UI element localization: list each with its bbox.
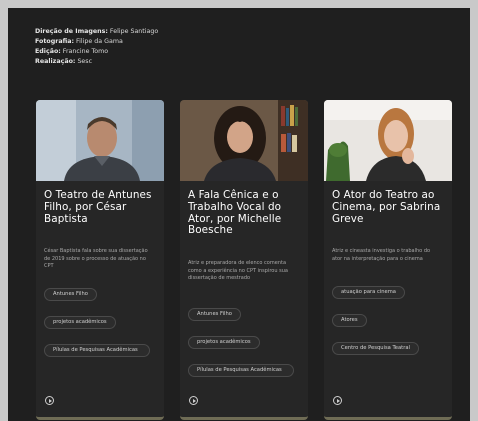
tag-pill[interactable]: Antunes Filho <box>188 307 241 322</box>
tag-pill[interactable]: atuação para cinema <box>332 285 405 300</box>
credit-line: Direção de Imagens: Felipe Santiago <box>35 28 159 35</box>
card-title[interactable]: O Teatro de Antunes Filho, por César Bap… <box>44 189 160 225</box>
card-description: Atriz e cineasta investiga o trabalho do… <box>332 248 431 262</box>
credit-line: Fotografia: Filipe da Gama <box>35 38 123 45</box>
tag-pill[interactable]: Antunes Filho <box>44 287 97 302</box>
credits-block: Direção de Imagens: Felipe Santiago Foto… <box>35 27 158 67</box>
video-card-cesar-baptista[interactable]: O Teatro de Antunes Filho, por César Bap… <box>36 100 164 420</box>
tag-pill[interactable]: Pílulas de Pesquisas Acadêmicas <box>188 363 294 378</box>
card-description: Atriz e preparadora de elenco comenta co… <box>188 260 288 282</box>
tag-pill[interactable]: projetos acadêmicos <box>44 315 116 330</box>
video-thumbnail[interactable] <box>180 100 308 181</box>
tag-pill[interactable]: projetos acadêmicos <box>188 335 260 350</box>
tag-pill[interactable]: Atores <box>332 313 367 328</box>
tag-pill[interactable]: Pílulas de Pesquisas Acadêmicas <box>44 343 150 358</box>
credit-line: Realização: Sesc <box>35 58 93 65</box>
video-card-michelle-boesche[interactable]: A Fala Cênica e o Trabalho Vocal do Ator… <box>180 100 308 420</box>
play-circle-icon[interactable] <box>45 396 54 405</box>
content-frame: Direção de Imagens: Felipe Santiago Foto… <box>8 8 470 421</box>
card-title[interactable]: O Ator do Teatro ao Cinema, por Sabrina … <box>332 189 448 225</box>
play-circle-icon[interactable] <box>333 396 342 405</box>
tag-list: atuação para cinema Atores Centro de Pes… <box>332 278 446 362</box>
video-thumbnail[interactable] <box>324 100 452 181</box>
card-title[interactable]: A Fala Cênica e o Trabalho Vocal do Ator… <box>188 189 304 237</box>
tag-pill[interactable]: Centro de Pesquisa Teatral <box>332 341 419 356</box>
tag-list: Antunes Filho projetos acadêmicos Pílula… <box>188 300 302 384</box>
video-card-sabrina-greve[interactable]: O Ator do Teatro ao Cinema, por Sabrina … <box>324 100 452 420</box>
video-thumbnail[interactable] <box>36 100 164 181</box>
play-circle-icon[interactable] <box>189 396 198 405</box>
credit-line: Edição: Francine Tomo <box>35 48 109 55</box>
card-description: César Baptista fala sobre sua dissertaçã… <box>44 248 148 270</box>
tag-list: Antunes Filho projetos acadêmicos Pílula… <box>44 280 158 364</box>
